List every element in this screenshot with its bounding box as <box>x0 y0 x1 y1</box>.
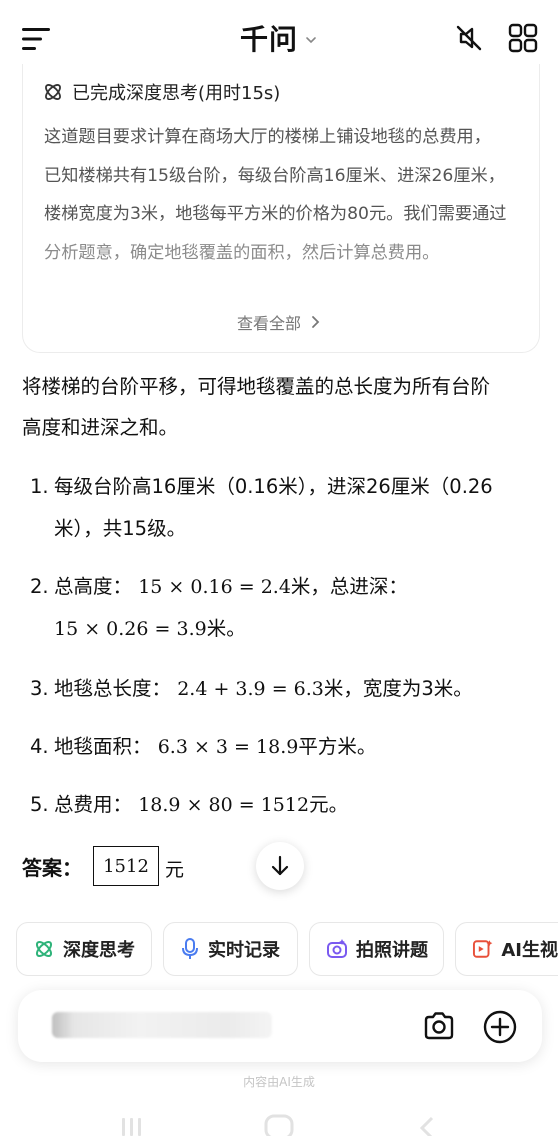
view-all-label: 查看全部 <box>236 314 301 333</box>
thinking-line: 这道题目要求计算在商场大厅的楼梯上铺设地毯的总费用， <box>44 127 491 147</box>
step-number: 3. <box>30 677 49 700</box>
deep-think-icon <box>45 84 61 100</box>
step-text: 米，总进深： <box>290 575 408 598</box>
step-text: 米，宽度为3米。 <box>323 677 473 700</box>
answer-intro: 将楼梯的台阶平移，可得地毯覆盖的总长度为所有台阶 高度和进深之和。 <box>22 366 532 448</box>
step-formula: 15 × 0.26 = 3.9 <box>54 618 207 640</box>
step-5: 5. 总费用： 18.9 × 80 = 1512元。 <box>30 784 530 826</box>
chip-ai-video[interactable]: AI生视 <box>455 922 558 976</box>
step-label: 总高度： <box>54 575 133 598</box>
camera-sparkle-icon <box>327 939 347 958</box>
step-3: 3. 地毯总长度： 2.4 + 3.9 = 6.3米，宽度为3米。 <box>30 668 530 710</box>
step-label: 地毯总长度： <box>54 677 172 700</box>
step-1: 1. 每级台阶高16厘米（0.16米），进深26厘米（0.26 米），共15级。 <box>30 466 530 550</box>
view-all-link[interactable]: 查看全部 <box>0 310 558 334</box>
chip-deep-think[interactable]: 深度思考 <box>16 922 152 976</box>
thinking-line: 楼梯宽度为3米，地毯每平方米的价格为80元。我们需要通过 <box>44 204 507 224</box>
chip-label: 实时记录 <box>208 940 280 961</box>
speaker-mute-icon[interactable] <box>453 22 485 54</box>
add-circle-icon[interactable] <box>482 1009 518 1045</box>
step-number: 2. <box>30 575 49 598</box>
chip-label: 深度思考 <box>63 940 135 961</box>
answer-intro-line: 高度和进深之和。 <box>22 416 179 439</box>
camera-icon[interactable] <box>422 1009 456 1043</box>
step-number: 4. <box>30 735 49 758</box>
ai-disclaimer: 内容由AI生成 <box>243 1075 315 1089</box>
step-formula: 15 × 0.16 = 2.4 <box>138 576 291 598</box>
step-text: 米），共15级。 <box>54 517 187 540</box>
scroll-to-bottom-button[interactable] <box>256 842 304 890</box>
video-icon <box>472 940 493 958</box>
step-label: 总费用： <box>54 793 133 816</box>
final-answer-unit: 元 <box>165 859 185 881</box>
step-text: 米。 <box>206 617 246 640</box>
step-2: 2. 总高度： 15 × 0.16 = 2.4米，总进深： 15 × 0.26 =… <box>30 566 530 650</box>
step-number: 5. <box>30 793 49 816</box>
final-answer-label: 答案： <box>22 856 82 880</box>
thinking-line: 分析题意，确定地毯覆盖的面积，然后计算总费用。 <box>44 242 440 263</box>
chip-label: AI生视 <box>501 940 558 961</box>
step-formula: 2.4 + 3.9 = 6.3 <box>177 678 324 700</box>
back-icon[interactable] <box>419 1116 434 1136</box>
arrow-down-icon <box>271 855 289 876</box>
recent-apps-icon[interactable] <box>122 1118 125 1136</box>
chevron-down-icon <box>306 37 316 44</box>
final-answer-box: 1512 <box>93 846 159 886</box>
thinking-line: 已知楼梯共有15级台阶，每级台阶高16厘米、进深26厘米， <box>44 165 505 186</box>
step-formula: 18.9 × 80 = 1512 <box>138 794 310 816</box>
step-formula: 6.3 × 3 = 18.9 <box>157 736 299 758</box>
input-placeholder-blurred[interactable] <box>52 1012 272 1038</box>
step-text: 每级台阶高16厘米（0.16米），进深26厘米（0.26 <box>54 475 493 498</box>
home-icon[interactable] <box>264 1114 294 1136</box>
step-text: 平方米。 <box>298 735 377 758</box>
app-title: 千问 <box>239 23 298 56</box>
thinking-status[interactable]: 已完成深度思考(用时15s) <box>42 78 280 106</box>
step-number: 1. <box>30 475 49 498</box>
grid-apps-icon[interactable] <box>507 22 539 54</box>
microphone-icon <box>182 938 198 959</box>
step-label: 地毯面积： <box>54 735 152 758</box>
step-4: 4. 地毯面积： 6.3 × 3 = 18.9平方米。 <box>30 726 530 768</box>
chip-photo-explain[interactable]: 拍照讲题 <box>309 922 444 976</box>
answer-intro-line: 将楼梯的台阶平移，可得地毯覆盖的总长度为所有台阶 <box>22 375 491 398</box>
system-nav-bar <box>122 1114 434 1136</box>
thinking-status-text: 已完成深度思考(用时15s) <box>72 83 281 104</box>
deep-think-icon <box>35 940 53 958</box>
chip-label: 拍照讲题 <box>356 940 428 961</box>
thinking-summary: 这道题目要求计算在商场大厅的楼梯上铺设地毯的总费用， 已知楼梯共有15级台阶，每… <box>44 118 524 272</box>
chevron-right-icon <box>312 316 320 328</box>
step-text: 元。 <box>309 793 349 816</box>
chip-realtime-record[interactable]: 实时记录 <box>163 922 298 976</box>
